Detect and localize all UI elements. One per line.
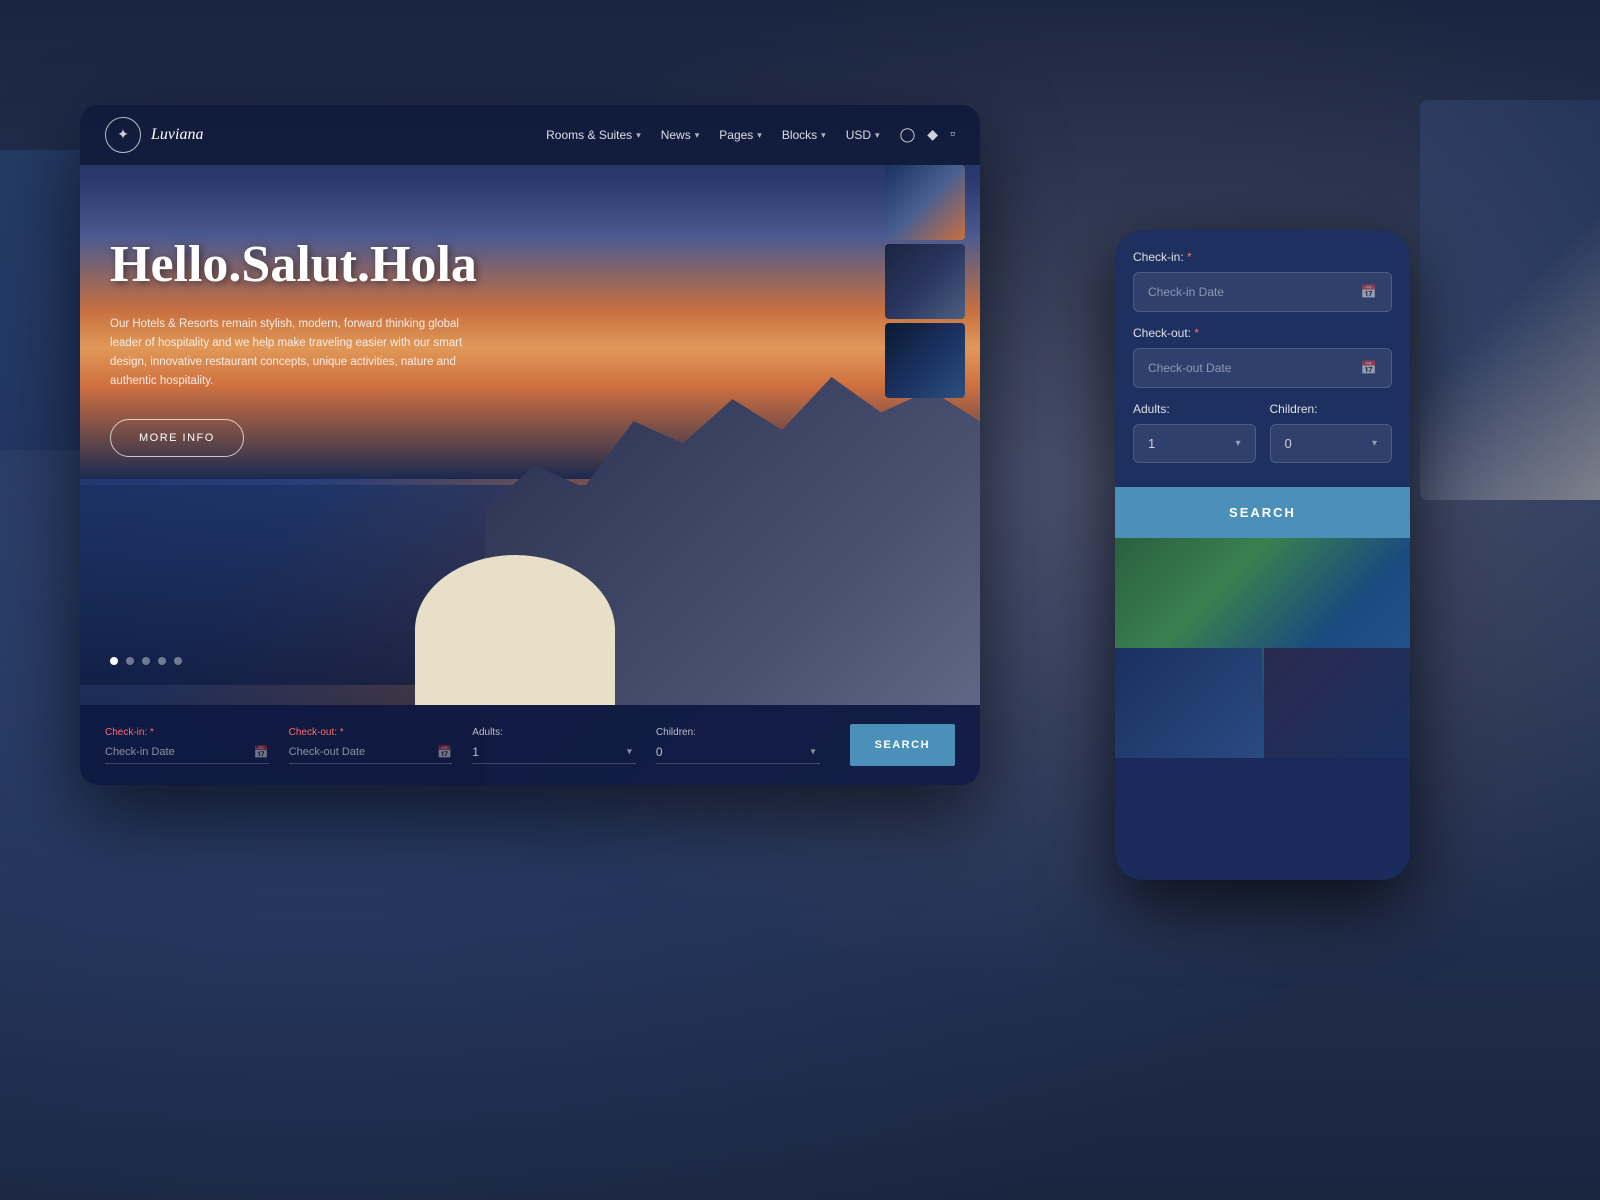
mobile-gallery-section [1115,538,1410,758]
logo-icon: ✦ [105,117,141,153]
thumbnail-2[interactable] [885,244,965,319]
nav-pages[interactable]: Pages ▾ [719,128,762,142]
chevron-down-icon: ▾ [1372,438,1377,449]
search-button[interactable]: SEARCH [850,724,955,766]
mobile-gallery-thumb-2 [1264,648,1411,758]
slide-dot-5[interactable] [174,657,182,665]
mobile-checkout-input[interactable]: Check-out Date 📅 [1133,348,1392,388]
checkout-field: Check-out: * Check-out Date 📅 [289,727,453,764]
chevron-down-icon: ▾ [1235,438,1240,449]
slide-dot-3[interactable] [142,657,150,665]
nav-blocks-label: Blocks [782,128,817,142]
mobile-children-field: Children: 0 ▾ [1270,402,1393,463]
slide-dot-4[interactable] [158,657,166,665]
thumbnail-3[interactable] [885,323,965,398]
mobile-checkin-required: * [1187,250,1192,264]
chevron-down-icon: ▾ [636,130,641,141]
logo-name: Luviana [151,126,203,144]
mobile-checkout-required: * [1194,326,1199,340]
children-field: Children: 0 1 2 3 [656,727,820,764]
children-select[interactable]: 0 1 2 3 [656,741,820,764]
slide-dots [110,657,182,665]
hero-subtitle: Our Hotels & Resorts remain stylish, mod… [110,315,470,391]
nav-links: Rooms & Suites ▾ News ▾ Pages ▾ Blocks ▾… [546,128,879,142]
mobile-adults-select[interactable]: 1 ▾ [1133,424,1256,463]
hero-title: Hello.Salut.Hola [110,235,530,295]
nav-news-label: News [661,128,691,142]
nav-blocks[interactable]: Blocks ▾ [782,128,826,142]
calendar-icon: 📅 [437,745,452,759]
mobile-booking-form: Check-in: * Check-in Date 📅 Check-out: *… [1115,230,1410,487]
nav-news[interactable]: News ▾ [661,128,700,142]
checkin-field: Check-in: * Check-in Date 📅 [105,727,269,764]
checkout-label: Check-out: * [289,727,453,738]
slide-dot-2[interactable] [126,657,134,665]
thumbnail-strip [885,165,975,398]
mobile-adults-label: Adults: [1133,402,1256,416]
mobile-guests-row: Adults: 1 ▾ Children: 0 ▾ [1133,402,1392,463]
calendar-icon: 📅 [254,745,269,759]
mobile-children-label: Children: [1270,402,1393,416]
nav-currency-label: USD [846,128,871,142]
laptop-mockup: ✦ Luviana Rooms & Suites ▾ News ▾ Pages … [80,105,980,785]
nav-icons: ◯ ◆ ▫ [900,127,955,144]
nav-currency[interactable]: USD ▾ [846,128,880,142]
checkout-required: * [340,727,344,738]
tripadvisor-icon[interactable]: ◆ [927,127,938,144]
chevron-down-icon: ▾ [821,130,826,141]
checkin-input[interactable]: Check-in Date 📅 [105,741,269,764]
mobile-mockup: Check-in: * Check-in Date 📅 Check-out: *… [1115,230,1410,880]
hero-dome [395,505,645,705]
hero-content: Hello.Salut.Hola Our Hotels & Resorts re… [110,235,530,457]
checkin-required: * [150,727,154,738]
chevron-down-icon: ▾ [757,130,762,141]
mobile-children-select[interactable]: 0 ▾ [1270,424,1393,463]
children-label: Children: [656,727,820,738]
mobile-adults-field: Adults: 1 ▾ [1133,402,1256,463]
nav-rooms-suites-label: Rooms & Suites [546,128,632,142]
mobile-calendar-icon: 📅 [1361,284,1377,300]
nav-rooms-suites[interactable]: Rooms & Suites ▾ [546,128,641,142]
nav-pages-label: Pages [719,128,753,142]
slide-dot-1[interactable] [110,657,118,665]
checkout-input[interactable]: Check-out Date 📅 [289,741,453,764]
adults-field: Adults: 1 2 3 4 [472,727,636,764]
mobile-checkout-label: Check-out: * [1133,326,1392,340]
booking-bar: Check-in: * Check-in Date 📅 Check-out: *… [80,705,980,785]
mobile-calendar-icon: 📅 [1361,360,1377,376]
foursquare-icon[interactable]: ▫ [950,127,955,143]
children-select-wrapper: 0 1 2 3 [656,741,820,764]
chevron-down-icon: ▾ [875,130,880,141]
thumbnail-1[interactable] [885,165,965,240]
mobile-checkin-input[interactable]: Check-in Date 📅 [1133,272,1392,312]
mobile-search-button[interactable]: SEARCH [1115,487,1410,538]
instagram-icon[interactable]: ◯ [900,127,916,144]
logo-area: ✦ Luviana [105,117,203,153]
adults-select-wrapper: 1 2 3 4 [472,741,636,764]
checkin-label: Check-in: * [105,727,269,738]
adults-label: Adults: [472,727,636,738]
chevron-down-icon: ▾ [695,130,700,141]
adults-select[interactable]: 1 2 3 4 [472,741,636,764]
navbar: ✦ Luviana Rooms & Suites ▾ News ▾ Pages … [80,105,980,165]
mobile-gallery-thumb-1 [1115,648,1262,758]
more-info-button[interactable]: MORE INFO [110,419,244,457]
mobile-checkin-label: Check-in: * [1133,250,1392,264]
bg-right-decoration [1420,100,1600,500]
